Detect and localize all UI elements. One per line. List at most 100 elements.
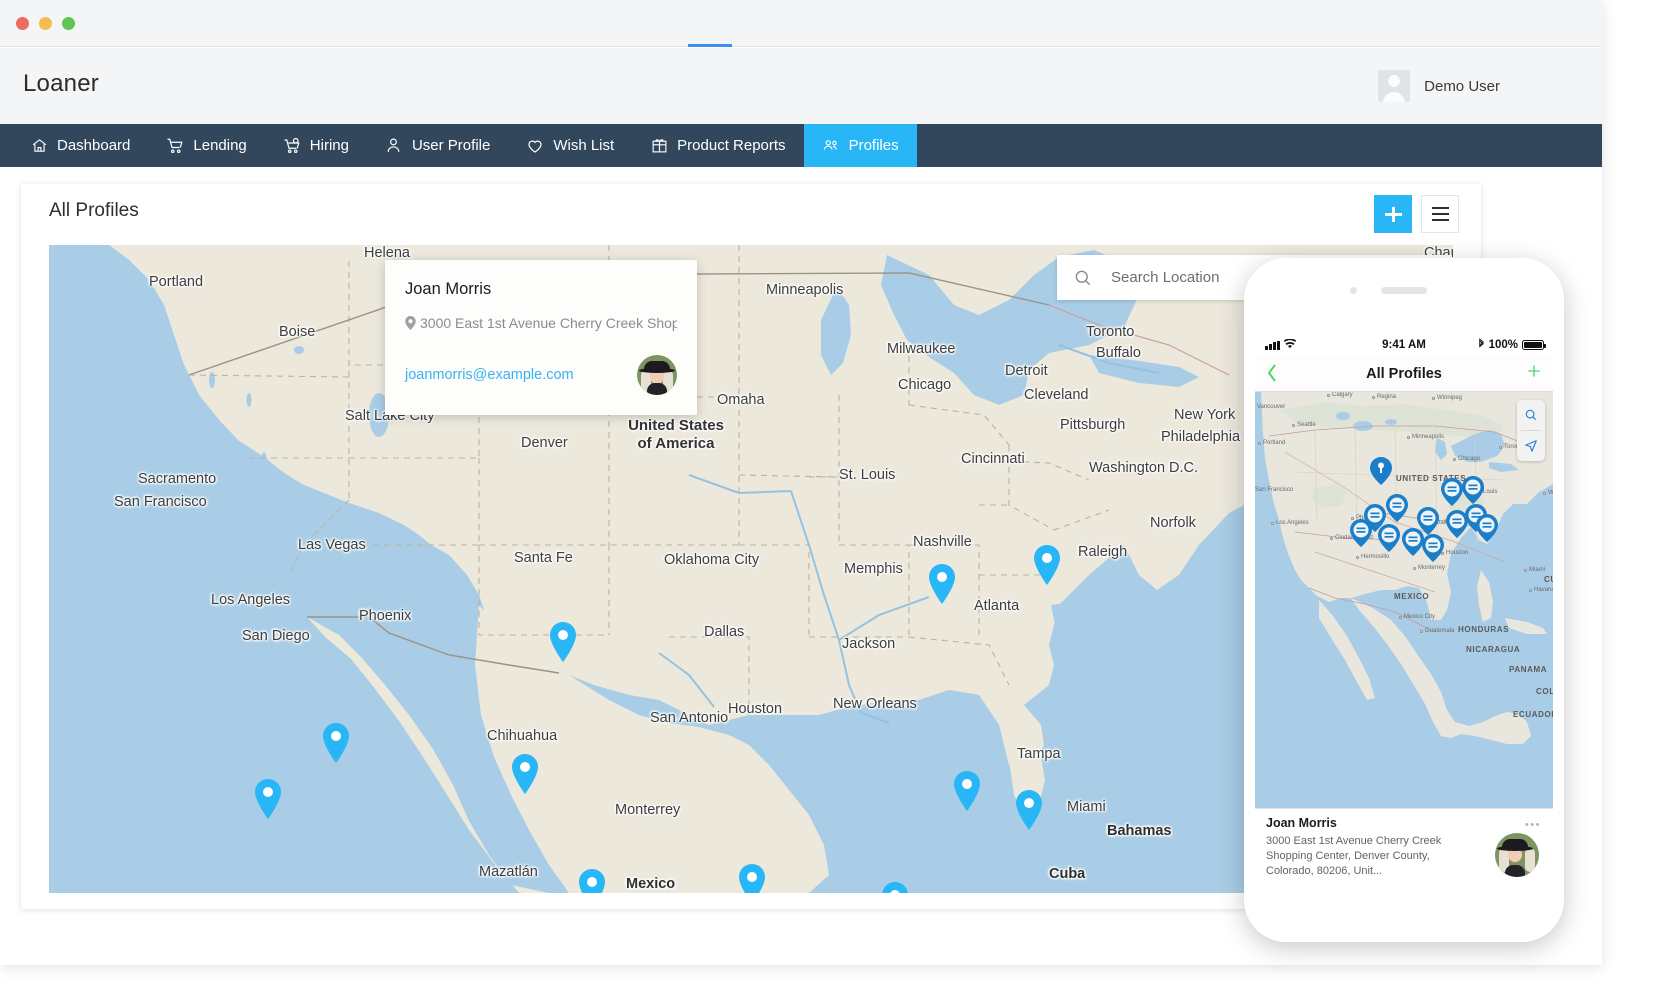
phone-battery-percent: 100% bbox=[1489, 339, 1518, 351]
phone-map-canvas[interactable]: VancouverSeattlePortlandCalgaryReginaWin… bbox=[1255, 392, 1553, 808]
home-icon bbox=[30, 137, 48, 155]
window-zoom-button[interactable] bbox=[62, 17, 75, 30]
phone-map-city-dot bbox=[1330, 537, 1333, 540]
popup-email-link[interactable]: joanmorris@example.com bbox=[405, 367, 574, 383]
user-chip[interactable]: Demo User bbox=[1378, 70, 1500, 102]
phone-map-cluster-pin[interactable] bbox=[1350, 519, 1372, 547]
nav-item-hiring[interactable]: Hiring bbox=[265, 124, 367, 167]
phone-map-cluster-pin[interactable] bbox=[1386, 494, 1408, 522]
phone-add-button[interactable] bbox=[1526, 361, 1542, 383]
map-marker-pin[interactable] bbox=[253, 779, 283, 819]
phone-map-controls bbox=[1517, 400, 1545, 461]
nav-item-user-profile[interactable]: User Profile bbox=[367, 124, 508, 167]
phone-map-city-dot bbox=[1292, 424, 1295, 427]
phone-map-cluster-pin[interactable] bbox=[1462, 476, 1484, 504]
popup-address-row: 3000 East 1st Avenue Cherry Creek Shoppi… bbox=[405, 315, 677, 333]
location-pin-icon bbox=[405, 316, 416, 333]
map-marker-pin[interactable] bbox=[510, 754, 540, 794]
popup-address-text: 3000 East 1st Avenue Cherry Creek Shoppi… bbox=[420, 315, 677, 331]
nav-label: Wish List bbox=[553, 137, 614, 154]
phone-map-city-dot bbox=[1271, 522, 1274, 525]
map-marker-pin[interactable] bbox=[927, 564, 957, 604]
phone-status-bar: 9:41 AM 100% bbox=[1255, 334, 1553, 356]
phone-map-cluster-pin[interactable] bbox=[1422, 534, 1444, 562]
phone-map-cluster-pin[interactable] bbox=[1476, 514, 1498, 542]
phone-camera-icon bbox=[1350, 287, 1357, 294]
plus-icon bbox=[1385, 206, 1401, 222]
nav-label: Hiring bbox=[310, 137, 349, 154]
map-canvas[interactable]: PortlandHelenaBoiseSalt Lake CitySacrame… bbox=[49, 245, 1453, 893]
phone-card-name: Joan Morris bbox=[1266, 816, 1542, 830]
cart-icon bbox=[166, 137, 184, 155]
phone-map-search-button[interactable] bbox=[1517, 400, 1545, 430]
phone-status-right: 100% bbox=[1478, 338, 1544, 352]
nav-label: Profiles bbox=[849, 137, 899, 154]
phone-map-city-dot bbox=[1543, 492, 1546, 495]
phone-map-city-dot bbox=[1453, 458, 1456, 461]
chevron-left-icon[interactable] bbox=[1266, 363, 1278, 388]
heart-icon bbox=[526, 137, 544, 155]
phone-map-cluster-pin[interactable] bbox=[1378, 524, 1400, 552]
nav-label: User Profile bbox=[412, 137, 490, 154]
user-avatar-icon bbox=[1378, 70, 1410, 102]
nav-item-product-reports[interactable]: Product Reports bbox=[632, 124, 803, 167]
phone-screen: 9:41 AM 100% All Profiles bbox=[1255, 334, 1553, 891]
phone-mockup: 9:41 AM 100% All Profiles bbox=[1244, 258, 1564, 942]
nav-label: Product Reports bbox=[677, 137, 785, 154]
map-marker-pin[interactable] bbox=[321, 723, 351, 763]
gift-icon bbox=[650, 137, 668, 155]
popup-footer: joanmorris@example.com bbox=[405, 355, 677, 395]
phone-map-city-dot bbox=[1413, 567, 1416, 570]
phone-navbar: All Profiles bbox=[1255, 356, 1553, 392]
phone-card-address: 3000 East 1st Avenue Cherry Creek Shoppi… bbox=[1266, 834, 1456, 880]
map-marker-pin[interactable] bbox=[880, 882, 910, 893]
wifi-icon bbox=[1284, 339, 1296, 352]
phone-map-cluster-pin[interactable] bbox=[1441, 478, 1463, 506]
phone-map-city-dot bbox=[1432, 397, 1435, 400]
people-icon bbox=[822, 137, 840, 155]
phone-profile-card[interactable]: ••• Joan Morris 3000 East 1st Avenue Che… bbox=[1255, 808, 1553, 891]
hamburger-icon bbox=[1432, 203, 1449, 225]
phone-card-profile-photo bbox=[1495, 833, 1539, 877]
signal-bars-icon bbox=[1265, 341, 1280, 350]
phone-map-cluster-pin[interactable] bbox=[1402, 528, 1424, 556]
map-marker-pin[interactable] bbox=[952, 771, 982, 811]
map-marker-pin[interactable] bbox=[548, 622, 578, 662]
cart-clock-icon bbox=[283, 137, 301, 155]
user-name: Demo User bbox=[1424, 78, 1500, 95]
phone-map-city-dot bbox=[1399, 616, 1402, 619]
nav-label: Lending bbox=[193, 137, 246, 154]
phone-map-city-dot bbox=[1407, 436, 1410, 439]
app-title: Loaner bbox=[23, 70, 99, 98]
phone-map-city-dot bbox=[1356, 556, 1359, 559]
app-header: Loaner Demo User bbox=[0, 48, 1602, 124]
map-marker-pin[interactable] bbox=[577, 869, 607, 893]
map-marker-pin[interactable] bbox=[1032, 545, 1062, 585]
panel-header: All Profiles bbox=[21, 184, 1481, 245]
phone-map-city-dot bbox=[1372, 396, 1375, 399]
main-navbar: Dashboard Lending Hiring bbox=[0, 124, 1602, 167]
view-menu-button[interactable] bbox=[1421, 195, 1459, 233]
window-close-button[interactable] bbox=[16, 17, 29, 30]
map-marker-pin[interactable] bbox=[737, 864, 767, 893]
nav-item-dashboard[interactable]: Dashboard bbox=[0, 124, 148, 167]
nav-item-profiles[interactable]: Profiles bbox=[804, 124, 917, 167]
phone-map-city-dot bbox=[1524, 569, 1527, 572]
nav-item-wish-list[interactable]: Wish List bbox=[508, 124, 632, 167]
page-title: All Profiles bbox=[49, 200, 139, 222]
window-titlebar bbox=[0, 0, 1602, 47]
map-marker-pin[interactable] bbox=[1014, 790, 1044, 830]
popup-name: Joan Morris bbox=[405, 280, 677, 299]
popup-profile-photo bbox=[637, 355, 677, 395]
nav-label: Dashboard bbox=[57, 137, 130, 154]
window-minimize-button[interactable] bbox=[39, 17, 52, 30]
phone-map-city-dot bbox=[1529, 589, 1532, 592]
profile-popup-card[interactable]: Joan Morris 3000 East 1st Avenue Cherry … bbox=[385, 260, 697, 415]
more-dots-icon[interactable]: ••• bbox=[1525, 819, 1541, 831]
nav-item-lending[interactable]: Lending bbox=[148, 124, 264, 167]
phone-map-marker-pin[interactable] bbox=[1370, 457, 1392, 485]
phone-map-locate-button[interactable] bbox=[1517, 431, 1545, 461]
add-profile-button[interactable] bbox=[1374, 195, 1412, 233]
phone-map-city-dot bbox=[1420, 630, 1423, 633]
phone-map-city-dot bbox=[1499, 446, 1502, 449]
